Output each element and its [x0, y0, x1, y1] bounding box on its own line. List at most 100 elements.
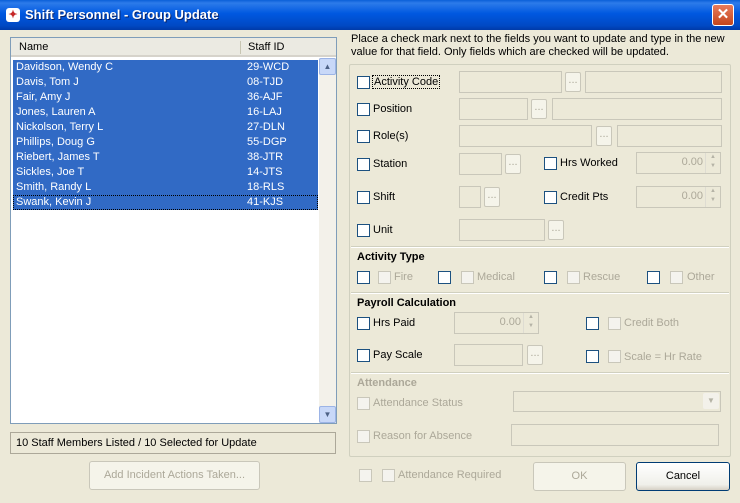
unit-field[interactable] [459, 219, 545, 241]
activity-code-browse-button[interactable]: ... [565, 72, 581, 92]
list-header: Name Staff ID [11, 38, 336, 57]
rescue-checkbox[interactable] [567, 271, 580, 284]
pay-scale-browse-button[interactable]: ... [527, 345, 543, 365]
credit-both-label: Credit Both [624, 317, 680, 329]
staff-id: 08-TJD [247, 76, 284, 88]
divider [351, 246, 729, 248]
pay-scale-checkbox[interactable] [357, 349, 370, 362]
list-item[interactable]: Nickolson, Terry L 27-DLN [13, 120, 318, 135]
roles-label: Role(s) [373, 130, 409, 142]
chevron-down-icon[interactable]: ▼ [703, 393, 719, 409]
other-enable-checkbox[interactable] [647, 271, 660, 284]
hrs-paid-checkbox[interactable] [357, 317, 370, 330]
list-item[interactable]: Riebert, James T 38-JTR [13, 150, 318, 165]
instructions: Place a check mark next to the fields yo… [351, 33, 725, 58]
attendance-required-checkbox[interactable] [382, 469, 395, 482]
list-item[interactable]: Fair, Amy J 36-AJF [13, 90, 318, 105]
activity-type-enable-checkbox[interactable] [357, 271, 370, 284]
position-browse-button[interactable]: ... [531, 99, 547, 119]
hrs-paid-label: Hrs Paid [373, 317, 416, 329]
credit-pts-stepper[interactable]: 0.00 ▲ ▼ [636, 186, 721, 208]
hrs-worked-checkbox[interactable] [544, 157, 557, 170]
pay-scale-field[interactable] [454, 344, 523, 366]
attendance-status-dropdown[interactable]: ▼ [513, 391, 721, 412]
divider [351, 292, 729, 294]
shift-field[interactable] [459, 186, 481, 208]
staff-name: Sickles, Joe T [16, 166, 85, 178]
rescue-enable-checkbox[interactable] [544, 271, 557, 284]
unit-label: Unit [373, 224, 393, 236]
station-field[interactable] [459, 153, 502, 175]
unit-checkbox[interactable] [357, 224, 370, 237]
reason-for-absence-checkbox[interactable] [357, 430, 370, 443]
station-browse-button[interactable]: ... [505, 154, 521, 174]
spinner-arrows-icon[interactable]: ▲ ▼ [705, 153, 720, 173]
list-item[interactable]: Sickles, Joe T 14-JTS [13, 165, 318, 180]
hrs-worked-stepper[interactable]: 0.00 ▲ ▼ [636, 152, 721, 174]
ok-button[interactable]: OK [533, 462, 626, 491]
staff-name: Phillips, Doug G [16, 136, 95, 148]
list-item[interactable]: Davis, Tom J 08-TJD [13, 75, 318, 90]
list-scrollbar[interactable]: ▲ ▼ [319, 58, 336, 423]
roles-field[interactable] [459, 125, 592, 147]
rescue-label: Rescue [583, 271, 621, 283]
credit-pts-value: 0.00 [681, 190, 703, 202]
fire-label: Fire [394, 271, 413, 283]
position-field[interactable] [459, 98, 528, 120]
roles-checkbox[interactable] [357, 130, 370, 143]
staff-id: 29-WCD [247, 61, 290, 73]
medical-checkbox[interactable] [461, 271, 474, 284]
staff-id: 18-RLS [247, 181, 285, 193]
shift-checkbox[interactable] [357, 191, 370, 204]
hrs-worked-label: Hrs Worked [560, 157, 618, 169]
list-item[interactable]: Swank, Kevin J 41-KJS [13, 195, 318, 210]
attendance-required-enable-checkbox[interactable] [359, 469, 372, 482]
cancel-button[interactable]: Cancel [636, 462, 730, 491]
attendance-status-checkbox[interactable] [357, 397, 370, 410]
other-checkbox[interactable] [670, 271, 683, 284]
spinner-arrows-icon[interactable]: ▲ ▼ [523, 313, 538, 333]
scale-hr-rate-checkbox[interactable] [608, 350, 621, 363]
close-button[interactable]: ✕ [712, 4, 734, 26]
credit-both-checkbox[interactable] [608, 317, 621, 330]
staff-list[interactable]: Name Staff ID Davidson, Wendy C 29-WCD Da… [10, 37, 337, 424]
pay-scale-label: Pay Scale [373, 349, 423, 361]
activity-code-field[interactable] [459, 71, 562, 93]
column-header-staff-id[interactable]: Staff ID [248, 41, 284, 53]
shift-browse-button[interactable]: ... [484, 187, 500, 207]
list-item[interactable]: Phillips, Doug G 55-DGP [13, 135, 318, 150]
column-separator[interactable] [240, 41, 241, 54]
attendance-status-label: Attendance Status [373, 397, 463, 409]
staff-name: Nickolson, Terry L [16, 121, 104, 133]
list-item[interactable]: Davidson, Wendy C 29-WCD [13, 60, 318, 75]
staff-name: Davidson, Wendy C [16, 61, 114, 73]
roles-browse-button[interactable]: ... [596, 126, 612, 146]
hrs-paid-stepper[interactable]: 0.00 ▲ ▼ [454, 312, 539, 334]
title-bar[interactable]: ✦ Shift Personnel - Group Update ✕ [0, 0, 740, 30]
credit-both-enable-checkbox[interactable] [586, 317, 599, 330]
staff-id: 38-JTR [247, 151, 284, 163]
reason-for-absence-field[interactable] [511, 424, 719, 446]
hrs-worked-value: 0.00 [681, 156, 703, 168]
app-icon: ✦ [6, 8, 20, 22]
activity-code-checkbox[interactable] [357, 76, 370, 89]
medical-enable-checkbox[interactable] [438, 271, 451, 284]
station-checkbox[interactable] [357, 158, 370, 171]
scale-hr-rate-enable-checkbox[interactable] [586, 350, 599, 363]
position-checkbox[interactable] [357, 103, 370, 116]
unit-browse-button[interactable]: ... [548, 220, 564, 240]
column-header-name[interactable]: Name [19, 41, 48, 53]
staff-id: 27-DLN [247, 121, 285, 133]
staff-id: 36-AJF [247, 91, 283, 103]
fire-checkbox[interactable] [378, 271, 391, 284]
scroll-down-icon[interactable]: ▼ [319, 406, 336, 423]
group-update-dialog: ✦ Shift Personnel - Group Update ✕ Name … [0, 0, 740, 503]
scroll-up-icon[interactable]: ▲ [319, 58, 336, 75]
staff-id: 14-JTS [247, 166, 283, 178]
attendance-required-label: Attendance Required [398, 469, 502, 481]
spinner-arrows-icon[interactable]: ▲ ▼ [705, 187, 720, 207]
add-incident-actions-button[interactable]: Add Incident Actions Taken... [89, 461, 260, 490]
credit-pts-checkbox[interactable] [544, 191, 557, 204]
list-item[interactable]: Smith, Randy L 18-RLS [13, 180, 318, 195]
list-item[interactable]: Jones, Lauren A 16-LAJ [13, 105, 318, 120]
